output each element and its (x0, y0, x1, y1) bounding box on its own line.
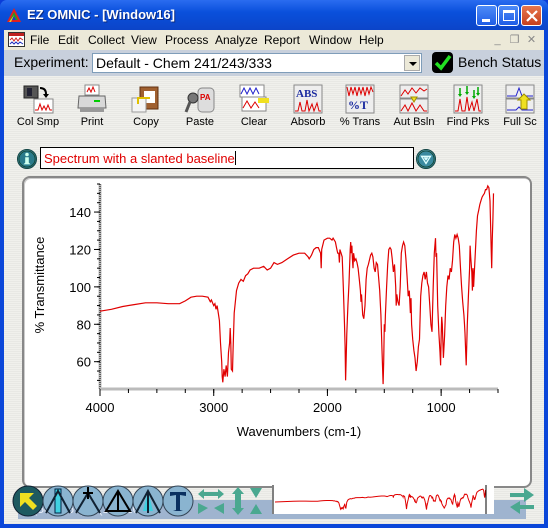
y-tick-label: 80 (77, 317, 91, 332)
absorbance-icon: ABS (293, 84, 323, 114)
maximize-button[interactable] (498, 5, 519, 26)
x-tick-label: 3000 (199, 400, 228, 415)
auto-baseline-icon (399, 84, 429, 114)
spectrum-info-icon[interactable] (17, 149, 37, 169)
close-icon (526, 10, 538, 22)
full-scale-button[interactable]: Full Sc (494, 84, 546, 134)
title-bar[interactable]: EZ OMNIC - [Window16] (0, 0, 548, 30)
experiment-bar: Experiment: Default - Chem 241/243/333 B… (4, 50, 544, 76)
menu-help[interactable]: Help (359, 33, 384, 47)
expand-horizontal-icon[interactable] (196, 486, 226, 516)
client-area: File Edit Collect View Process Analyze R… (4, 30, 544, 524)
expand-vertical-icon[interactable] (230, 486, 268, 516)
omnic-logo-icon (7, 8, 21, 22)
full-scale-icon (505, 84, 535, 114)
percent-trans-button[interactable]: %T % Trans (334, 84, 386, 134)
menu-analyze[interactable]: Analyze (215, 33, 258, 47)
window-title: EZ OMNIC - [Window16] (27, 7, 175, 22)
x-tick-label: 4000 (86, 400, 115, 415)
experiment-label: Experiment: (14, 54, 89, 70)
spectrum-plot-frame: 60 80 100 120 140 4000 3000 2000 1000 Wavenumbers… (22, 176, 532, 488)
menu-edit[interactable]: Edit (58, 33, 79, 47)
paste-icon: PA (184, 87, 215, 113)
overview-spectrum[interactable] (272, 485, 494, 514)
print-icon (77, 84, 107, 112)
col-smp-button[interactable]: Col Smp (12, 84, 64, 134)
peak-label-icon[interactable] (72, 485, 104, 517)
menu-window[interactable]: Window (309, 33, 352, 47)
svg-text:ABS: ABS (296, 88, 317, 100)
menu-file[interactable]: File (30, 33, 49, 47)
spectrum-chart[interactable]: 60 80 100 120 140 4000 3000 2000 1000 Wavenumbers… (24, 178, 530, 486)
spectrum-title-input[interactable]: Spectrum with a slanted baseline (40, 147, 414, 169)
clear-icon (239, 84, 269, 112)
dropdown-arrow-icon[interactable] (404, 55, 420, 71)
auto-baseline-button[interactable]: Aut Bsln (388, 84, 440, 134)
minimize-button[interactable] (476, 5, 497, 26)
menu-process[interactable]: Process (165, 33, 208, 47)
y-tick-label: 100 (69, 280, 91, 295)
y-axis-label: % Transmittance (32, 237, 47, 334)
minimize-icon (482, 19, 490, 22)
text-annotation-icon[interactable] (162, 485, 194, 517)
y-tick-label: 120 (69, 242, 91, 257)
find-peaks-icon (453, 84, 483, 114)
x-tick-label: 1000 (427, 400, 456, 415)
app-window: EZ OMNIC - [Window16] File Edit Collect … (0, 0, 548, 528)
y-tick-label: 140 (69, 205, 91, 220)
svg-text:%T: %T (348, 98, 368, 112)
mdi-minimize-button[interactable]: _ (490, 33, 505, 47)
bench-status-label[interactable]: Bench Status (458, 54, 541, 70)
x-axis-label: Wavenumbers (cm-1) (237, 424, 361, 439)
menu-collect[interactable]: Collect (88, 33, 125, 47)
checkmark-icon[interactable] (432, 52, 453, 73)
document-window-icon[interactable] (8, 32, 25, 47)
spectrum-title-text: Spectrum with a slanted baseline (44, 151, 236, 166)
percent-transmittance-icon: %T (345, 84, 375, 114)
select-arrow-icon[interactable] (12, 485, 44, 517)
experiment-value: Default - Chem 241/243/333 (96, 55, 272, 71)
close-button[interactable] (521, 5, 542, 26)
copy-icon (131, 86, 159, 113)
maximize-icon (503, 10, 515, 21)
menu-report[interactable]: Report (264, 33, 300, 47)
x-tick-label: 2000 (313, 400, 342, 415)
find-peaks-button[interactable]: Find Pks (442, 84, 494, 134)
peak-height-icon[interactable] (102, 485, 134, 517)
peak-area-icon[interactable] (132, 485, 164, 517)
title-dropdown-icon[interactable] (416, 149, 436, 169)
y-tick-label: 60 (77, 355, 91, 370)
print-button[interactable]: Print (66, 84, 118, 134)
spectrum-line[interactable] (99, 184, 495, 385)
paste-button[interactable]: PA Paste (174, 84, 226, 134)
full-scale-label: Full Sc (503, 116, 537, 128)
clear-button[interactable]: Clear (228, 84, 280, 134)
svg-text:PA: PA (200, 93, 211, 102)
shift-arrows-icon[interactable] (508, 485, 536, 515)
mdi-restore-button[interactable]: ❐ (507, 33, 522, 47)
menu-view[interactable]: View (131, 33, 157, 47)
copy-button[interactable]: Copy (120, 84, 172, 134)
mdi-close-button[interactable]: ✕ (524, 33, 539, 47)
experiment-select[interactable]: Default - Chem 241/243/333 (92, 53, 422, 73)
overview-spectrum-line (274, 488, 487, 511)
collect-sample-icon (23, 85, 54, 114)
absorb-button[interactable]: ABS Absorb (282, 84, 334, 134)
text-caret (234, 151, 236, 165)
main-panel: Col Smp Print Copy PA Paste Clear ABS Ab… (4, 76, 544, 524)
menu-bar: File Edit Collect View Process Analyze R… (4, 30, 544, 50)
region-tool-icon[interactable] (42, 485, 74, 517)
overview-strip[interactable] (272, 485, 494, 514)
